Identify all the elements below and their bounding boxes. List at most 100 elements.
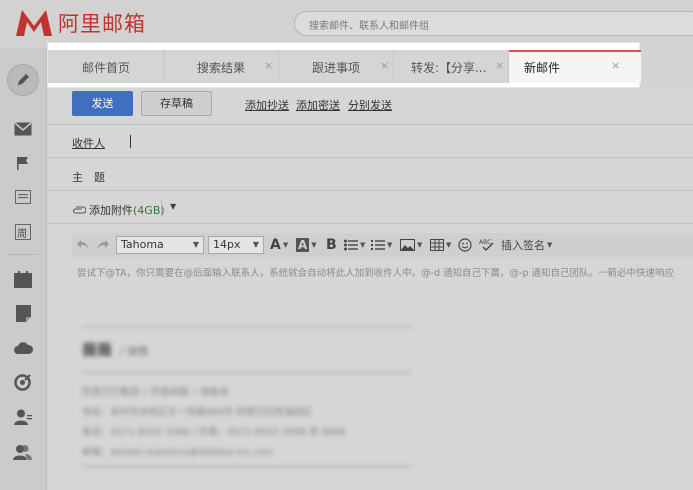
- chevron-down-icon: ▼: [282, 241, 289, 249]
- recipient-input-caret: [130, 135, 131, 148]
- tab-label: 新邮件: [524, 61, 561, 75]
- close-icon[interactable]: ×: [611, 59, 620, 72]
- envelope-icon: [14, 122, 32, 136]
- sidebar-item-cloud[interactable]: [13, 338, 33, 356]
- divider: [48, 190, 693, 191]
- week-label: 周: [17, 229, 27, 240]
- brand-logo[interactable]: 阿里邮箱: [14, 8, 146, 38]
- tab-mail-home[interactable]: 邮件首页: [48, 50, 164, 83]
- close-icon[interactable]: ×: [495, 59, 504, 72]
- attachment-label: 添加附件: [89, 204, 133, 217]
- message-icon: [15, 190, 31, 204]
- sidebar-item-messages[interactable]: [13, 188, 33, 206]
- smiley-icon: [458, 238, 472, 252]
- font-size-select[interactable]: 14px ▼: [208, 236, 264, 254]
- add-cc-link[interactable]: 添加抄送: [245, 97, 289, 113]
- signature-line: 电话：0571-8502 2088 / 传真：0571-8502 2088 转 …: [82, 427, 346, 438]
- pencil-icon: [18, 74, 29, 85]
- target-icon: [14, 374, 31, 391]
- close-icon[interactable]: ×: [380, 59, 389, 72]
- sidebar-item-calendar[interactable]: [13, 270, 33, 288]
- tab-search-results[interactable]: 搜索结果 ×: [164, 50, 279, 83]
- note-icon: [15, 304, 31, 322]
- signature-rule: [82, 372, 412, 373]
- subject-label: 主 题: [72, 171, 105, 184]
- background-color-icon: A: [296, 238, 310, 252]
- divider: [48, 223, 693, 224]
- chevron-down-icon: ▼: [417, 241, 423, 249]
- tab-label: 跟进事项: [312, 61, 361, 75]
- background-color-button[interactable]: A ▼: [296, 233, 317, 257]
- search-placeholder: 搜索邮件、联系人和邮件组: [309, 21, 429, 32]
- table-icon: [430, 239, 444, 251]
- search-input[interactable]: 搜索邮件、联系人和邮件组: [294, 11, 693, 36]
- paperclip-icon: [72, 206, 86, 214]
- signature-line: 邮箱：weiwei.xiaoshou@alibaba-inc.com: [82, 447, 274, 458]
- flag-icon: [17, 156, 28, 170]
- signature-role: / 销售: [120, 345, 150, 358]
- text-color-button[interactable]: A ▼: [270, 233, 288, 257]
- numbered-list-button[interactable]: ▼: [371, 233, 392, 257]
- left-sidebar: 周: [0, 48, 47, 490]
- insert-table-button[interactable]: ▼: [430, 233, 451, 257]
- contacts-icon: [14, 409, 32, 425]
- bullet-list-icon: [344, 239, 358, 251]
- attachment-dropdown-icon[interactable]: ▼: [170, 202, 176, 211]
- sidebar-divider: [8, 254, 38, 255]
- redo-icon[interactable]: [96, 233, 110, 257]
- sidebar-item-contacts[interactable]: [13, 408, 33, 426]
- bullet-list-button[interactable]: ▼: [344, 233, 365, 257]
- signature-name: 薇薇: [82, 341, 113, 359]
- font-family-select[interactable]: Tahoma ▼: [116, 236, 204, 254]
- insert-signature-button[interactable]: 插入签名 ▼: [501, 233, 552, 257]
- undo-icon[interactable]: [76, 233, 90, 257]
- signature-line: 阿里巴巴集团 • 阿里邮箱 • 销售部: [82, 387, 229, 398]
- tab-follow-up[interactable]: 跟进事项 ×: [279, 50, 394, 83]
- compose-button[interactable]: [7, 64, 39, 96]
- text-color-icon: A: [270, 237, 281, 253]
- tab-forward[interactable]: 转发:【分享... ×: [394, 50, 509, 83]
- brand-name: 阿里邮箱: [58, 12, 146, 36]
- tab-label: 搜索结果: [197, 61, 246, 75]
- chevron-down-icon: ▼: [387, 241, 393, 249]
- add-attachment-button[interactable]: 添加附件 (4GB): [72, 202, 165, 218]
- bold-icon: B: [326, 237, 337, 253]
- top-bar: 阿里邮箱 搜索邮件、联系人和邮件组: [0, 0, 693, 48]
- chevron-down-icon: ▼: [446, 241, 452, 249]
- save-draft-button[interactable]: 存草稿: [141, 91, 212, 116]
- sidebar-item-week[interactable]: 周: [13, 223, 33, 241]
- bold-button[interactable]: B: [326, 233, 337, 257]
- chevron-down-icon: ▼: [192, 240, 199, 249]
- divider: [161, 200, 162, 216]
- compose-panel: 发送 存草稿 添加抄送 添加密送 分别发送 收件人 主 题 添加附件 (4GB) …: [48, 88, 693, 490]
- signature-rule: [82, 466, 412, 467]
- tab-new-mail[interactable]: 新邮件 ×: [509, 50, 641, 83]
- signature-rule: [82, 326, 412, 327]
- separate-send-link[interactable]: 分别发送: [348, 97, 392, 113]
- sidebar-item-mail[interactable]: [13, 120, 33, 138]
- divider: [48, 124, 693, 125]
- spellcheck-icon: ABC: [479, 239, 494, 251]
- image-icon: [400, 239, 415, 251]
- sidebar-item-notes[interactable]: [13, 304, 33, 322]
- insert-image-button[interactable]: ▼: [400, 233, 422, 257]
- numbered-list-icon: [371, 240, 385, 250]
- font-size-value: 14px: [213, 238, 241, 251]
- spellcheck-button[interactable]: ABC: [479, 233, 495, 257]
- divider: [48, 157, 693, 158]
- chevron-down-icon: ▼: [360, 241, 366, 249]
- sidebar-item-apps[interactable]: [13, 373, 33, 391]
- calendar-icon: [14, 270, 32, 288]
- editor-toolbar: Tahoma ▼ 14px ▼ A ▼ A ▼ B ▼ ▼ ▼ ▼ ABC 插入…: [72, 233, 693, 257]
- chevron-down-icon: ▼: [311, 241, 317, 249]
- sidebar-item-groups[interactable]: [13, 443, 33, 461]
- emoji-button[interactable]: [458, 233, 472, 257]
- send-button[interactable]: 发送: [72, 91, 133, 116]
- font-family-value: Tahoma: [121, 238, 164, 251]
- add-bcc-link[interactable]: 添加密送: [296, 97, 340, 113]
- sidebar-item-followup[interactable]: [13, 154, 33, 172]
- logo-m-icon: [16, 10, 52, 36]
- recipient-label[interactable]: 收件人: [72, 135, 105, 151]
- cloud-icon: [13, 341, 33, 354]
- close-icon[interactable]: ×: [264, 59, 273, 72]
